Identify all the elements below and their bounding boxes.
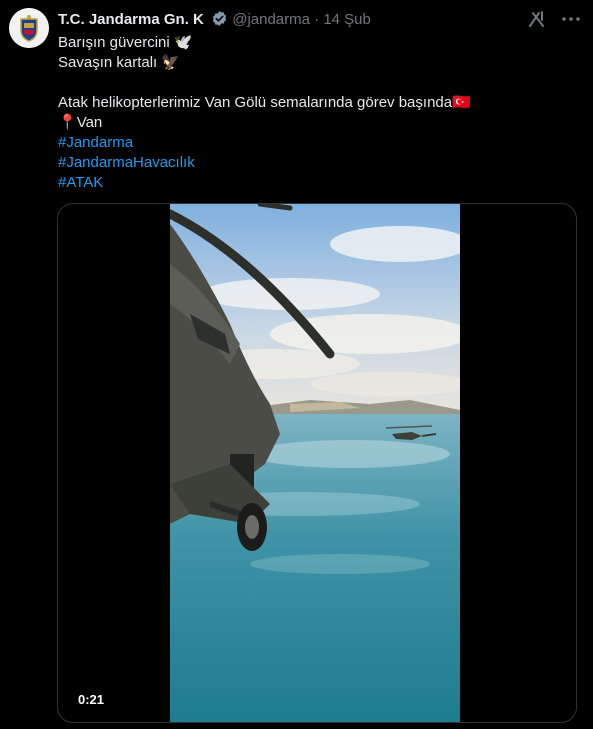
hashtag-link[interactable]: #JandarmaHavacılık	[58, 153, 471, 173]
verified-badge-icon	[211, 10, 228, 32]
helicopter-scene-image	[170, 204, 460, 722]
eagle-emoji-icon: 🦅	[161, 54, 181, 71]
jandarma-emblem-icon	[9, 8, 49, 48]
tweet-line: Barışın güvercini 🕊️	[58, 34, 193, 51]
video-frame[interactable]	[170, 204, 460, 722]
more-options-icon[interactable]	[560, 9, 582, 34]
tweet-location: 📍Van	[58, 114, 103, 131]
tweet-line: Savaşın kartalı 🦅	[58, 54, 181, 71]
tweet-header: T.C. Jandarma Gn. K @jandarma · 14 Şub	[58, 10, 371, 32]
pin-emoji-icon: 📍	[58, 114, 77, 131]
tweet-text: Barışın güvercini 🕊️ Savaşın kartalı 🦅 A…	[58, 33, 471, 193]
tweet: T.C. Jandarma Gn. K @jandarma · 14 Şub B…	[0, 0, 593, 729]
dove-emoji-icon: 🕊️	[173, 34, 193, 51]
video-duration-badge: 0:21	[72, 690, 111, 710]
turkey-flag-emoji-icon: 🇹🇷	[452, 94, 471, 111]
tweet-line: Atak helikopterlerimiz Van Gölü semaları…	[58, 94, 471, 111]
separator-dot: ·	[314, 11, 320, 28]
handle[interactable]: @jandarma	[232, 11, 310, 28]
hashtag-link[interactable]: #ATAK	[58, 173, 471, 193]
avatar[interactable]	[9, 8, 49, 48]
grok-icon[interactable]	[527, 9, 547, 34]
display-name[interactable]: T.C. Jandarma Gn. K	[58, 11, 204, 28]
hashtag-link[interactable]: #Jandarma	[58, 133, 471, 153]
tweet-date[interactable]: 14 Şub	[323, 11, 371, 28]
video-player[interactable]: 0:21	[57, 203, 577, 723]
